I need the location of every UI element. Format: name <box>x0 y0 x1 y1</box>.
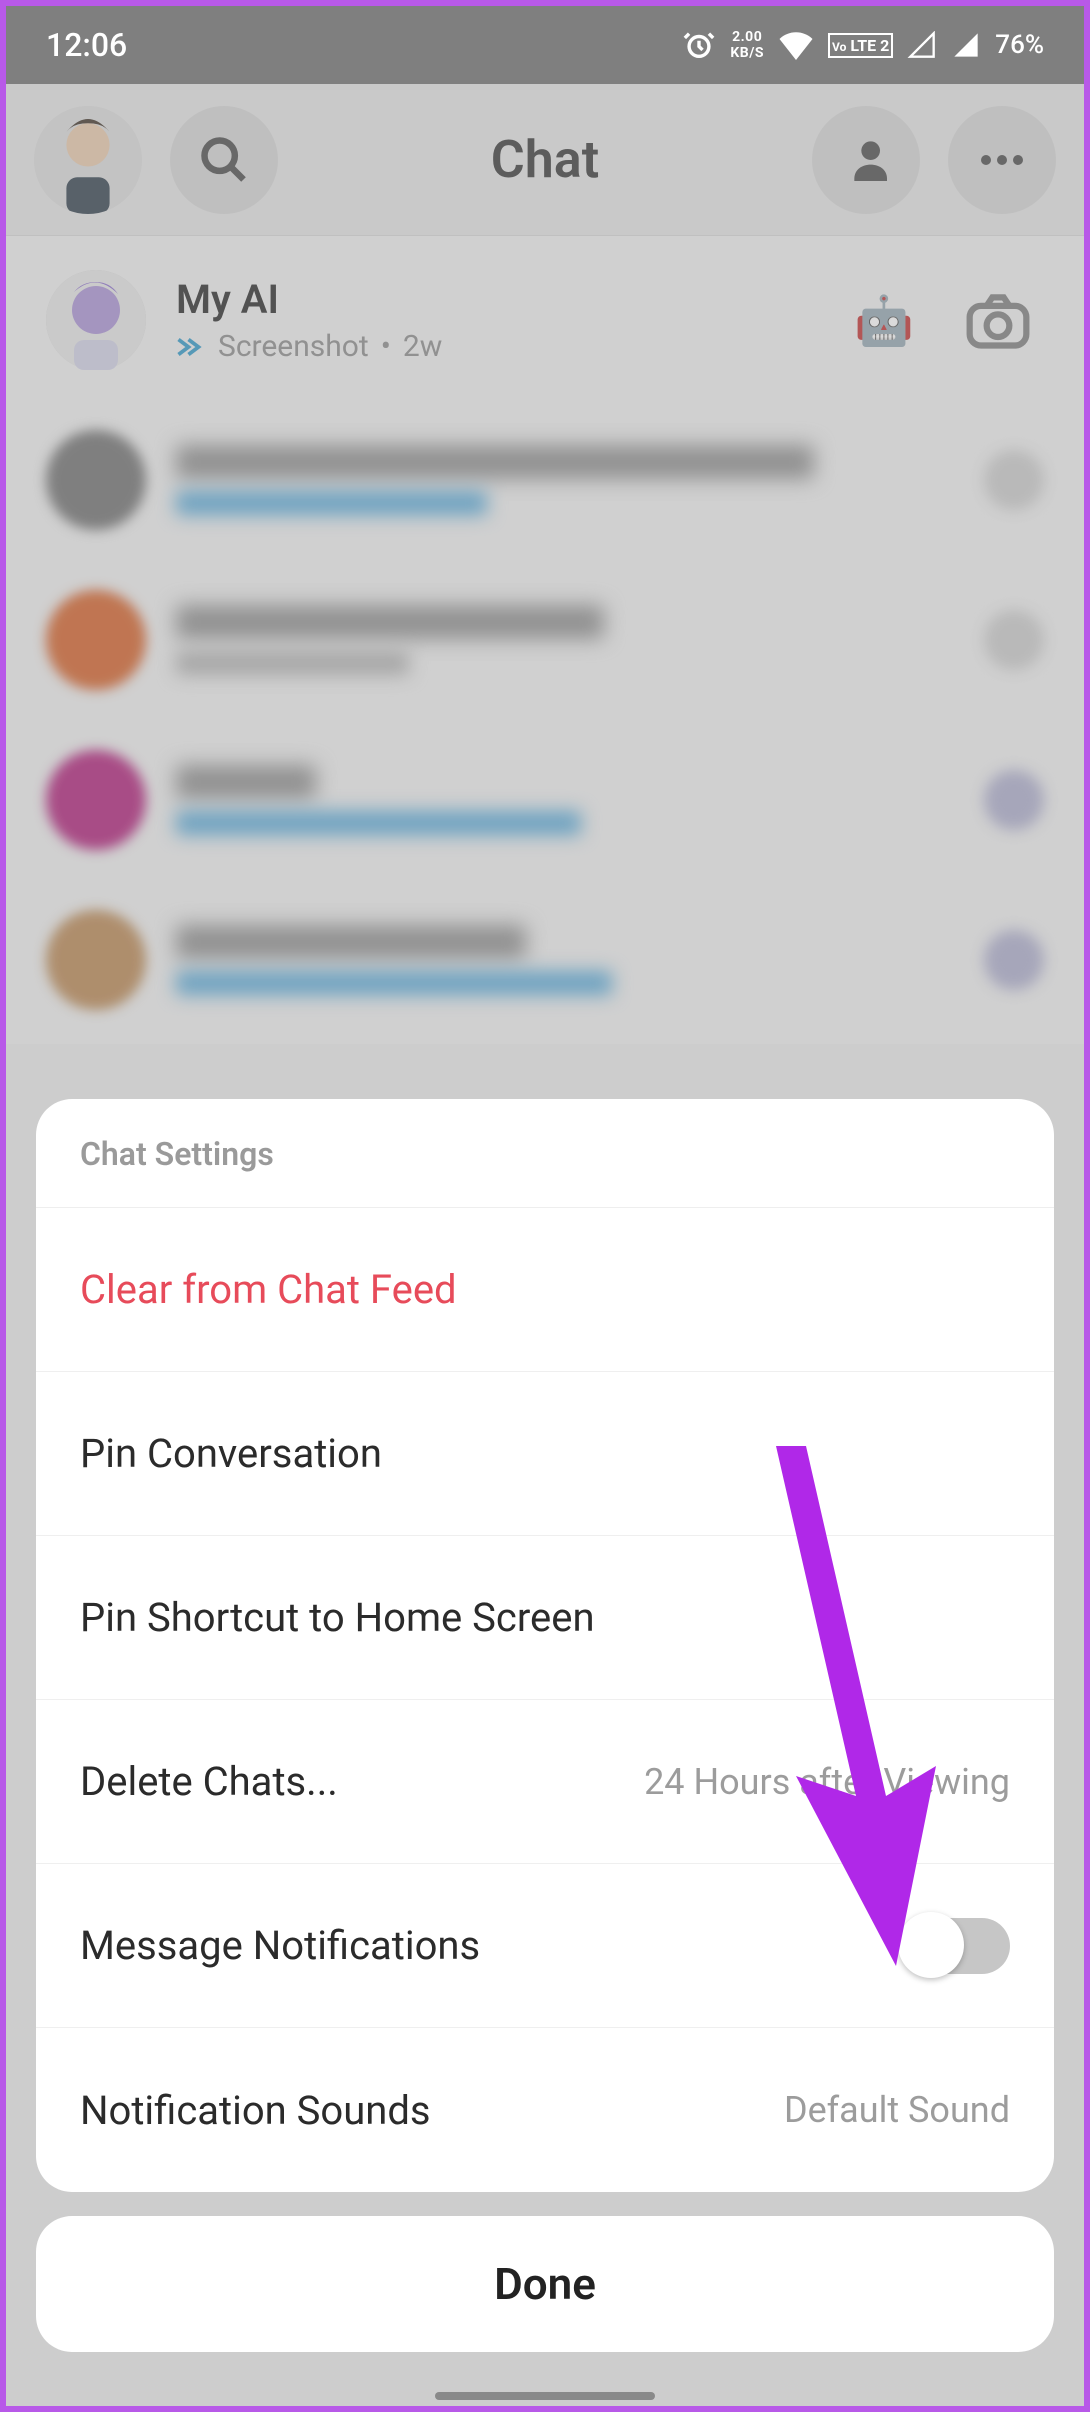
signal-icon-1 <box>907 31 937 59</box>
add-friend-button[interactable] <box>812 106 920 214</box>
signal-icon-2 <box>951 31 981 59</box>
page-title: Chat <box>306 129 784 190</box>
search-button[interactable] <box>170 106 278 214</box>
clear-label: Clear from Chat Feed <box>80 1266 1010 1313</box>
notif-sounds-value: Default Sound <box>784 2089 1010 2131</box>
done-label: Done <box>494 2258 596 2310</box>
clear-from-chat-feed-row[interactable]: Clear from Chat Feed <box>36 1208 1054 1372</box>
lte-indicator: Vo LTE 2 <box>828 33 893 58</box>
chat-avatar-my-ai <box>46 270 146 370</box>
chat-name: My AI <box>176 276 824 323</box>
chat-item-blurred[interactable] <box>6 720 1084 880</box>
chat-item-my-ai[interactable]: My AI Screenshot • 2w 🤖 <box>6 240 1084 400</box>
status-time: 12:06 <box>46 26 127 64</box>
pin-shortcut-row[interactable]: Pin Shortcut to Home Screen <box>36 1536 1054 1700</box>
gesture-bar <box>435 2392 655 2400</box>
msg-notif-toggle[interactable] <box>900 1918 1010 1974</box>
delete-chats-label: Delete Chats... <box>80 1758 644 1805</box>
message-notifications-row[interactable]: Message Notifications <box>36 1864 1054 2028</box>
alarm-icon <box>682 28 716 62</box>
battery-percent: 76% <box>995 30 1044 60</box>
chat-item-blurred[interactable] <box>6 560 1084 720</box>
pin-conversation-row[interactable]: Pin Conversation <box>36 1372 1054 1536</box>
chat-settings-panel: Chat Settings Clear from Chat Feed Pin C… <box>36 1099 1054 2192</box>
my-avatar[interactable] <box>34 106 142 214</box>
chat-status-text: Screenshot <box>218 329 369 364</box>
chat-list: My AI Screenshot • 2w 🤖 <box>6 236 1084 1044</box>
msg-notif-label: Message Notifications <box>80 1922 900 1969</box>
delete-chats-value: 24 Hours after Viewing <box>644 1761 1010 1803</box>
status-bar: 12:06 2.00 KB/S Vo LTE 2 76% <box>6 6 1084 84</box>
chat-time: 2w <box>403 329 442 364</box>
chat-item-blurred[interactable] <box>6 880 1084 1040</box>
chat-item-blurred[interactable] <box>6 400 1084 560</box>
wifi-icon <box>778 30 814 60</box>
pin-shortcut-label: Pin Shortcut to Home Screen <box>80 1594 1010 1641</box>
done-button[interactable]: Done <box>36 2216 1054 2352</box>
notif-sounds-label: Notification Sounds <box>80 2087 784 2134</box>
data-rate: 2.00 KB/S <box>730 29 764 61</box>
sheet-title: Chat Settings <box>36 1099 1054 1208</box>
pin-convo-label: Pin Conversation <box>80 1430 1010 1477</box>
notification-sounds-row[interactable]: Notification Sounds Default Sound <box>36 2028 1054 2192</box>
chat-settings-sheet: Chat Settings Clear from Chat Feed Pin C… <box>36 1099 1054 2352</box>
screenshot-icon <box>176 334 206 360</box>
chat-header: Chat <box>6 84 1084 236</box>
camera-icon[interactable] <box>964 291 1044 349</box>
more-button[interactable] <box>948 106 1056 214</box>
separator-dot: • <box>381 329 391 364</box>
delete-chats-row[interactable]: Delete Chats... 24 Hours after Viewing <box>36 1700 1054 1864</box>
phone-frame: 12:06 2.00 KB/S Vo LTE 2 76% <box>6 6 1084 2406</box>
robot-icon: 🤖 <box>854 292 914 349</box>
